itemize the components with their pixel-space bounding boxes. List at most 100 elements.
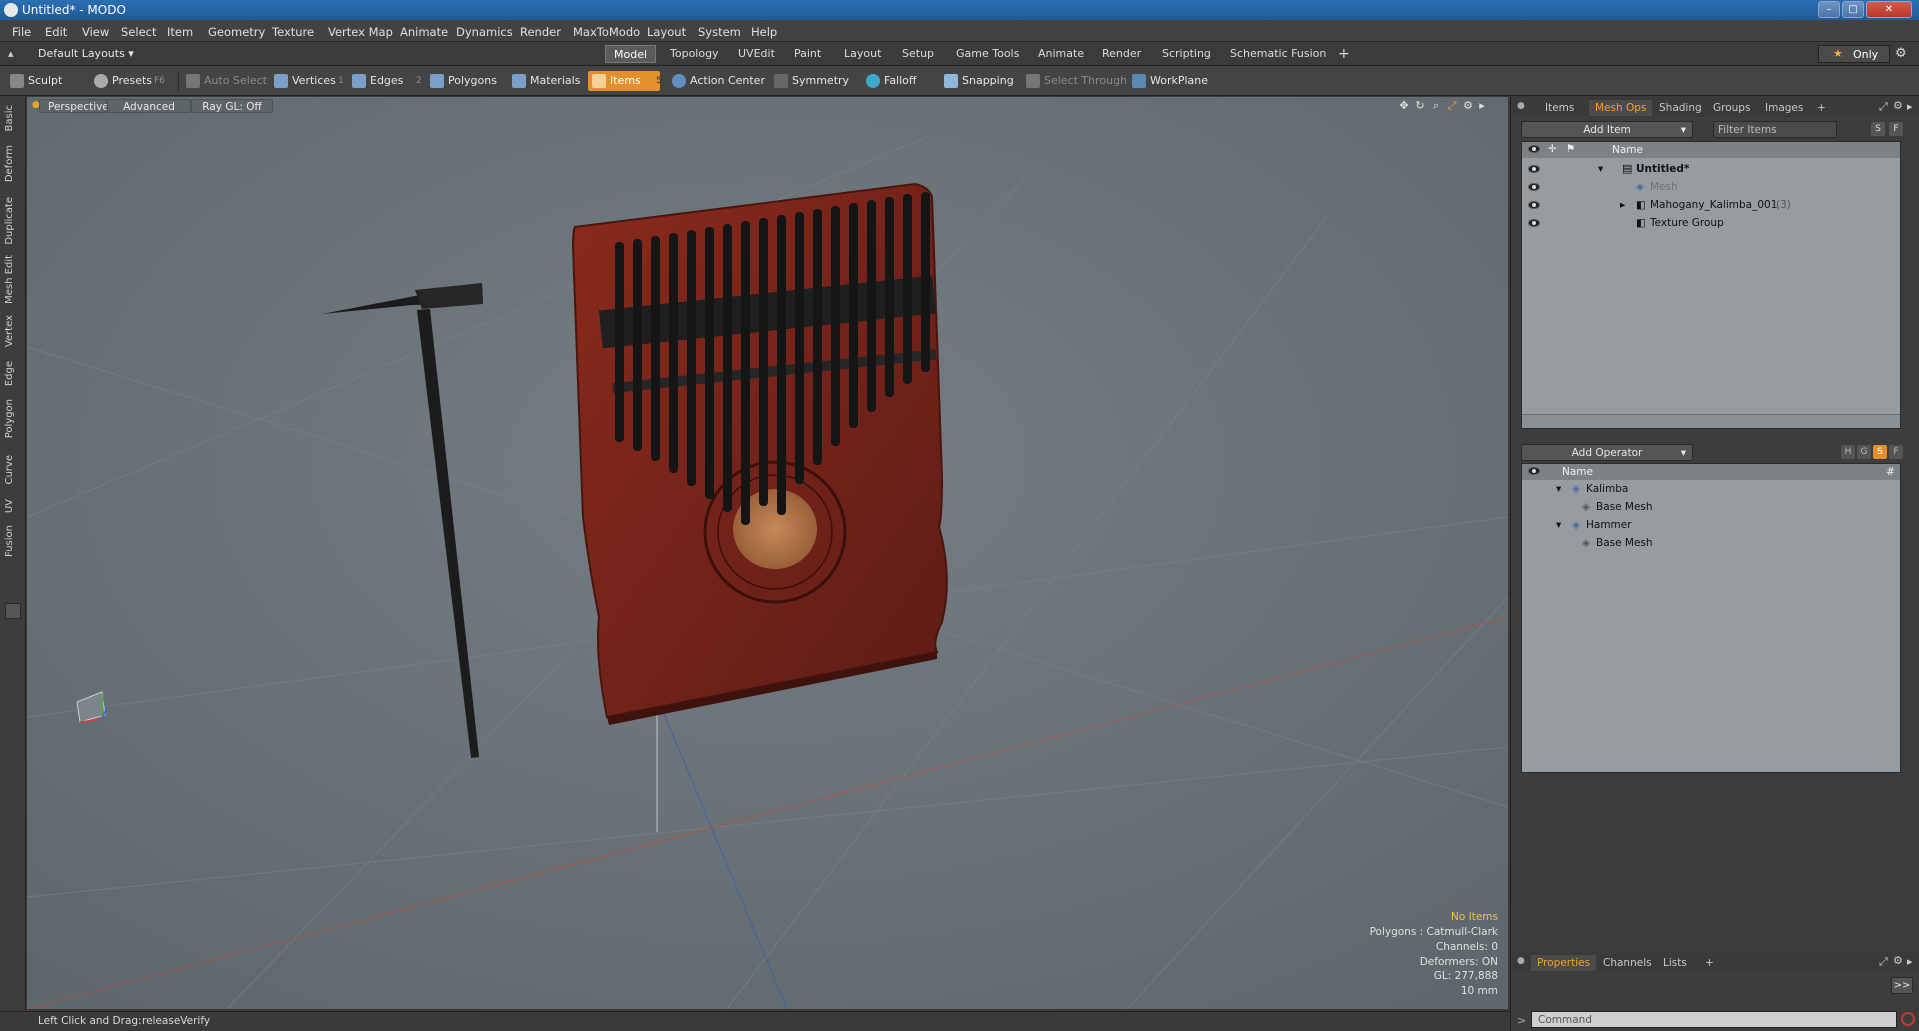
side-tab-vertex[interactable]: Vertex	[4, 315, 15, 347]
expand-arrow-icon[interactable]: ▾	[1556, 516, 1561, 534]
visibility-icon[interactable]	[1528, 219, 1540, 227]
falloff-button[interactable]: Falloff	[862, 71, 922, 91]
add-tab-button[interactable]: +	[1330, 45, 1358, 63]
visibility-icon[interactable]	[1528, 201, 1540, 209]
tab-paint[interactable]: Paint	[786, 45, 829, 63]
vertices-button[interactable]: Vertices	[270, 71, 342, 91]
tab-scripting[interactable]: Scripting	[1154, 45, 1219, 63]
operator-h-button[interactable]: H	[1841, 445, 1855, 459]
items-button[interactable]: Items	[588, 71, 660, 91]
maximize-view-icon[interactable]: ⤢	[1446, 100, 1458, 112]
tab-channels[interactable]: Channels	[1597, 955, 1658, 971]
side-tab-uv[interactable]: UV	[4, 499, 15, 513]
add-item-button[interactable]: Add Item ▾	[1521, 121, 1693, 138]
menu-animate[interactable]: Animate	[400, 25, 448, 39]
item-row-mahogany-kalimba[interactable]: ▸ ◧ Mahogany_Kalimba_001 (3)	[1522, 196, 1900, 214]
menu-layout[interactable]: Layout	[647, 25, 686, 39]
rotate-view-icon[interactable]: ↻	[1414, 100, 1426, 112]
add-panel-tab-button[interactable]: +	[1811, 100, 1832, 116]
filter-items-input[interactable]: Filter Items	[1713, 121, 1837, 138]
tab-model[interactable]: Model	[605, 45, 657, 63]
tab-game-tools[interactable]: Game Tools	[948, 45, 1027, 63]
tab-topology[interactable]: Topology	[662, 45, 727, 63]
item-list-scrollbar[interactable]	[1522, 414, 1900, 428]
shading-mode-button[interactable]: Advanced	[107, 99, 191, 113]
panel-expand-icon[interactable]: ⤢	[1879, 100, 1888, 114]
side-tab-curve[interactable]: Curve	[4, 455, 15, 485]
panel-expand-icon[interactable]: ⤢	[1879, 955, 1888, 969]
workplane-button[interactable]: WorkPlane	[1128, 71, 1214, 91]
expand-arrow-icon[interactable]: ▾	[1598, 160, 1603, 178]
tab-uvedit[interactable]: UVEdit	[730, 45, 783, 63]
tab-shading[interactable]: Shading	[1653, 100, 1708, 116]
tab-schematic-fusion[interactable]: Schematic Fusion	[1222, 45, 1334, 63]
symmetry-button[interactable]: Symmetry	[770, 71, 855, 91]
view-type-button[interactable]: Perspective	[39, 99, 109, 113]
command-input[interactable]: Command	[1531, 1011, 1897, 1028]
action-center-button[interactable]: Action Center	[668, 71, 771, 91]
tab-render[interactable]: Render	[1094, 45, 1149, 63]
menu-maxtomodo[interactable]: MaxToModo	[573, 25, 640, 39]
only-toggle[interactable]: ★ Only	[1818, 45, 1890, 63]
filter-f-button[interactable]: F	[1889, 122, 1903, 136]
menu-view[interactable]: View	[82, 25, 109, 39]
presets-button[interactable]: Presets	[90, 71, 158, 91]
menu-render[interactable]: Render	[520, 25, 561, 39]
visibility-icon[interactable]	[1528, 165, 1540, 173]
item-row-texture-group[interactable]: ◧ Texture Group	[1522, 214, 1900, 232]
panel-menu-icon[interactable]: ●	[1517, 101, 1525, 111]
viewport-arrow-icon[interactable]: ▸	[1476, 100, 1488, 112]
side-tab-basic[interactable]: Basic	[4, 105, 15, 131]
panel-menu-icon[interactable]: ●	[1517, 956, 1525, 966]
menu-help[interactable]: Help	[751, 25, 777, 39]
snapping-button[interactable]: Snapping	[940, 71, 1020, 91]
maximize-button[interactable]: □	[1842, 1, 1864, 18]
edges-button[interactable]: Edges	[348, 71, 409, 91]
auto-select-button[interactable]: Auto Select	[182, 71, 273, 91]
menu-geometry[interactable]: Geometry	[208, 25, 265, 39]
expand-properties-button[interactable]: >>	[1891, 977, 1913, 994]
visibility-icon[interactable]	[1528, 183, 1540, 191]
panel-arrow-icon[interactable]: ▸	[1907, 955, 1913, 968]
panel-gear-icon[interactable]: ⚙	[1893, 99, 1903, 112]
layout-selector[interactable]: Default Layouts ▾	[38, 47, 134, 60]
tab-groups[interactable]: Groups	[1707, 100, 1756, 116]
layout-up-icon[interactable]: ▴	[8, 47, 14, 60]
menu-vertex-map[interactable]: Vertex Map	[328, 25, 393, 39]
menu-system[interactable]: System	[698, 25, 741, 39]
panel-arrow-icon[interactable]: ▸	[1907, 100, 1913, 113]
sculpt-button[interactable]: Sculpt	[6, 71, 68, 91]
minimize-button[interactable]: –	[1818, 1, 1840, 18]
side-tab-deform[interactable]: Deform	[4, 145, 15, 182]
side-tab-duplicate[interactable]: Duplicate	[4, 197, 15, 245]
tab-images[interactable]: Images	[1759, 100, 1809, 116]
operator-s-button[interactable]: S	[1873, 445, 1887, 459]
menu-edit[interactable]: Edit	[45, 25, 67, 39]
tab-mesh-ops[interactable]: Mesh Ops	[1589, 100, 1653, 116]
tab-properties[interactable]: Properties	[1531, 955, 1597, 971]
3d-viewport[interactable]: ● Perspective Advanced Ray GL: Off ✥ ↻ ⌕…	[27, 97, 1508, 1009]
move-view-icon[interactable]: ✥	[1398, 100, 1410, 112]
close-button[interactable]: ✕	[1866, 1, 1912, 18]
raygl-button[interactable]: Ray GL: Off	[191, 99, 273, 113]
item-row-mesh[interactable]: ◈ Mesh	[1522, 178, 1900, 196]
tab-layout[interactable]: Layout	[836, 45, 889, 63]
palette-toggle-button[interactable]	[5, 603, 21, 619]
expand-arrow-icon[interactable]: ▾	[1556, 480, 1561, 498]
select-through-button[interactable]: Select Through	[1022, 71, 1133, 91]
side-tab-mesh-edit[interactable]: Mesh Edit	[4, 255, 15, 304]
tab-lists[interactable]: Lists	[1657, 955, 1693, 971]
filter-s-button[interactable]: S	[1871, 122, 1885, 136]
menu-dynamics[interactable]: Dynamics	[456, 25, 513, 39]
operator-f-button[interactable]: F	[1889, 445, 1903, 459]
side-tab-polygon[interactable]: Polygon	[4, 399, 15, 438]
menu-item[interactable]: Item	[167, 25, 193, 39]
zoom-view-icon[interactable]: ⌕	[1430, 100, 1442, 112]
tab-items[interactable]: Items	[1539, 100, 1580, 116]
tab-animate[interactable]: Animate	[1030, 45, 1092, 63]
materials-button[interactable]: Materials	[508, 71, 586, 91]
kalimba-model[interactable]	[571, 182, 948, 725]
viewport-gear-icon[interactable]: ⚙	[1462, 100, 1474, 112]
add-properties-tab-button[interactable]: +	[1699, 955, 1720, 971]
side-tab-edge[interactable]: Edge	[4, 361, 15, 386]
